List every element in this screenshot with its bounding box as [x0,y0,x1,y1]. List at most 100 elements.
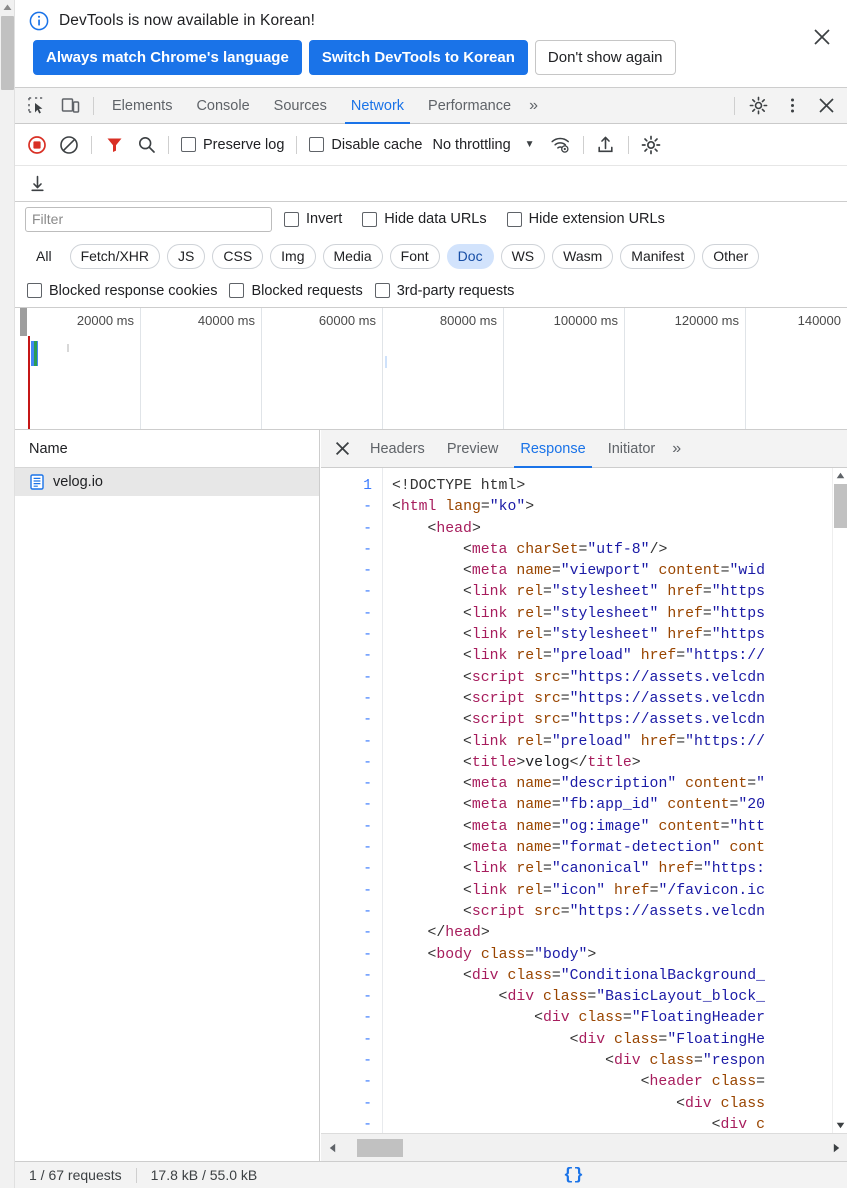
scrollbar-thumb[interactable] [1,16,14,90]
code-token: "body" [534,946,588,963]
code-token: c [756,1116,765,1133]
code-token: header [649,1074,703,1091]
code-token: < [392,754,472,771]
scroll-left-arrow-icon[interactable] [321,1134,343,1162]
more-vertical-icon[interactable] [777,92,807,120]
overview-left-handle[interactable] [20,308,27,336]
request-list-header[interactable]: Name [15,430,319,468]
scroll-right-arrow-icon[interactable] [825,1134,847,1162]
code-token: link [471,605,508,622]
chip-manifest[interactable]: Manifest [620,243,696,269]
import-har-icon[interactable] [590,130,622,160]
always-match-language-button[interactable]: Always match Chrome's language [33,40,302,75]
code-horizontal-scrollbar[interactable] [321,1133,847,1161]
search-icon[interactable] [130,130,162,160]
chevron-down-icon[interactable]: ▼ [511,139,545,150]
tab-console[interactable]: Console [184,88,261,124]
code-token: "wid [729,563,766,580]
hide-data-urls-checkbox[interactable]: Hide data URLs [354,211,494,227]
code-token: < [392,1031,579,1048]
chip-js[interactable]: JS [167,243,206,269]
clear-icon[interactable] [53,130,85,160]
toolbar-divider-5 [627,135,629,154]
hscrollbar-thumb[interactable] [357,1138,403,1157]
code-line: <div class="FloatingHeader [392,1008,847,1029]
chip-wasm[interactable]: Wasm [552,243,614,269]
chip-other[interactable]: Other [702,243,760,269]
tab-sources[interactable]: Sources [262,88,339,124]
response-code[interactable]: <!DOCTYPE html> <html lang="ko"> <head> <… [383,468,847,1133]
tab-headers[interactable]: Headers [359,430,436,468]
chip-font[interactable]: Font [389,243,440,269]
code-line: <link rel="stylesheet" href="https [392,604,847,625]
filter-funnel-icon[interactable] [98,130,130,160]
page-scrollbar[interactable] [0,0,15,1188]
record-stop-icon[interactable] [21,130,53,160]
invert-checkbox[interactable]: Invert [276,211,350,227]
filter-input[interactable] [25,206,272,232]
inspect-element-icon[interactable] [21,92,51,120]
scroll-up-arrow-icon[interactable] [833,468,847,483]
disable-cache-checkbox[interactable]: Disable cache [303,137,428,153]
dont-show-again-button[interactable]: Don't show again [534,40,676,75]
gear-icon[interactable] [743,92,773,120]
more-detail-tabs-icon[interactable]: » [666,440,687,458]
code-token: = [542,627,552,644]
code-token: charSet [516,541,579,558]
blocked-response-cookies-checkbox[interactable]: Blocked response cookies [27,283,223,299]
scroll-down-arrow-icon[interactable] [833,1118,847,1133]
code-token: < [392,1074,650,1091]
tab-response[interactable]: Response [509,430,596,468]
chip-media[interactable]: Media [322,243,383,269]
code-token: rel [516,627,543,644]
throttling-select-value[interactable]: No throttling [428,137,510,153]
network-settings-gear-icon[interactable] [635,130,667,160]
third-party-requests-checkbox[interactable]: 3rd-party requests [369,283,521,299]
tab-performance[interactable]: Performance [416,88,523,124]
preserve-log-checkbox[interactable]: Preserve log [175,137,290,153]
code-token: meta [471,818,508,835]
tab-elements[interactable]: Elements [100,88,184,124]
chip-img[interactable]: Img [270,243,316,269]
tab-initiator[interactable]: Initiator [597,430,667,468]
infobar-close-button[interactable] [805,20,839,54]
scrollbar-up-arrow-icon[interactable] [0,0,15,15]
code-line: <link rel="canonical" href="https: [392,859,847,880]
device-toolbar-icon[interactable] [55,92,85,120]
blocked-requests-checkbox[interactable]: Blocked requests [223,283,368,299]
switch-devtools-language-button[interactable]: Switch DevTools to Korean [308,40,528,75]
checkbox-box [374,283,390,298]
chip-all[interactable]: All [25,243,63,269]
checkbox-box [181,137,196,152]
code-token: src [534,669,561,686]
more-tabs-icon[interactable]: » [523,97,544,115]
filter-bar: Invert Hide data URLs Hide extension URL… [15,202,847,236]
code-token: div [542,1010,570,1027]
code-token: title [471,754,517,771]
code-token: < [392,584,472,601]
table-row[interactable]: velog.io [15,468,319,496]
chip-ws[interactable]: WS [500,243,546,269]
hscrollbar-track[interactable] [343,1134,825,1162]
network-overview-timeline[interactable]: 20000 ms 40000 ms 60000 ms 80000 ms 1000… [15,308,847,430]
code-token: rel [516,648,543,665]
close-detail-icon[interactable] [325,432,359,466]
tab-network[interactable]: Network [339,88,416,124]
code-scrollbar-thumb[interactable] [834,484,847,528]
wifi-settings-icon[interactable] [545,130,577,160]
code-token: = [542,882,552,899]
close-devtools-icon[interactable] [811,92,841,120]
chip-css[interactable]: CSS [212,243,264,269]
code-token: "BasicLayout_block_ [596,989,765,1006]
chip-fetch-xhr[interactable]: Fetch/XHR [69,243,161,269]
pretty-print-button[interactable]: {} [563,1166,583,1185]
code-line: <head> [392,519,847,540]
hide-extension-urls-checkbox[interactable]: Hide extension URLs [499,211,673,227]
export-har-icon[interactable] [21,169,53,199]
tab-preview[interactable]: Preview [436,430,510,468]
code-token: < [392,840,472,857]
code-vertical-scrollbar[interactable] [832,468,847,1133]
chip-doc[interactable]: Doc [446,243,494,269]
